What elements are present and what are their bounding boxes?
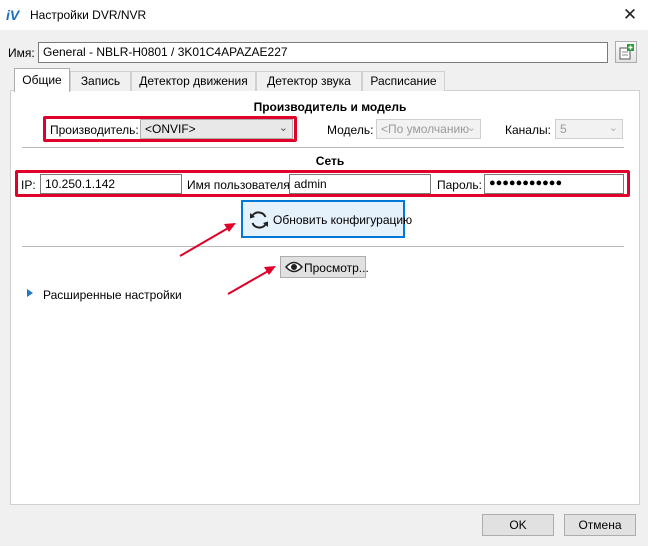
annotation-arrows (179, 223, 276, 295)
arrow-to-preview-icon (227, 266, 276, 295)
tab-general[interactable]: Общие (14, 68, 70, 92)
ok-button[interactable]: OK (482, 514, 554, 536)
cancel-button[interactable]: Отмена (564, 514, 636, 536)
arrow-to-refresh-icon (179, 223, 236, 257)
